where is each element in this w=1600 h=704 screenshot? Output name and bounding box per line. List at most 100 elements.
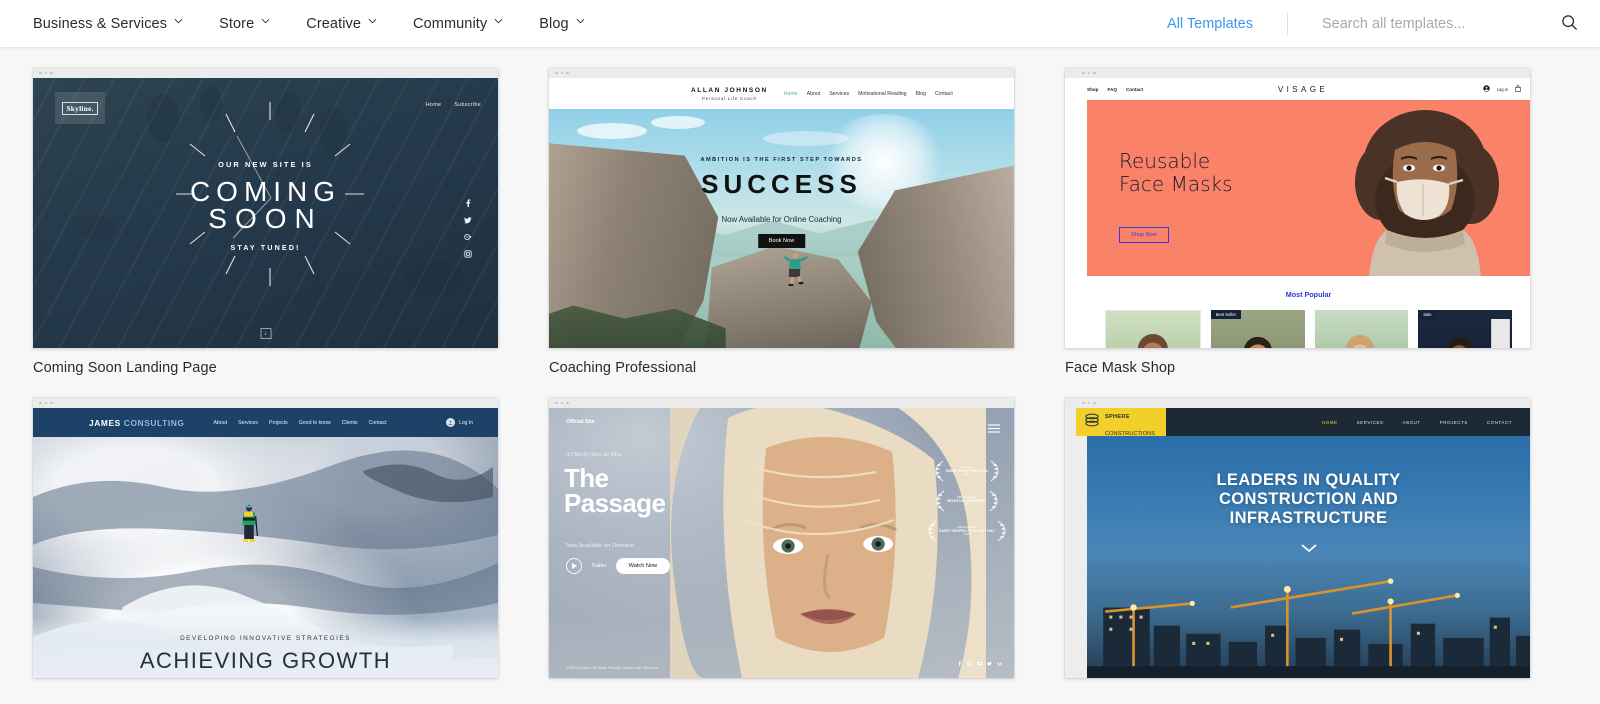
james-consulting-template: JAMES CONSULTING About Services Projects…	[33, 408, 498, 678]
browser-chrome	[549, 68, 1014, 78]
twitter-icon	[987, 653, 992, 671]
laurel-right-icon	[997, 520, 1006, 542]
template-card[interactable]: Official Site A Film by Alice de Silva T…	[549, 398, 1014, 690]
section-title: Most Popular	[1285, 290, 1332, 299]
cta-row: Trailer Watch Now	[566, 558, 671, 574]
brand-logo: JAMES CONSULTING	[89, 418, 185, 428]
template-nav-item: Home	[783, 90, 798, 97]
chevron-down-icon	[1300, 540, 1317, 558]
hero-title-line1: COMING	[189, 176, 342, 207]
template-nav-item: Services	[829, 90, 850, 97]
template-nav-item: Blog	[915, 90, 926, 97]
search-input[interactable]	[1322, 15, 1537, 32]
template-title[interactable]: Coming Soon Landing Page	[33, 360, 498, 376]
nav-item-store[interactable]: Store	[219, 16, 270, 32]
award-laurels: Best Film INDIE FILM FESTIVAL 2023 Offic…	[928, 460, 1006, 542]
window-dot-icon	[50, 71, 53, 75]
nav-item-blog[interactable]: Blog	[539, 15, 585, 32]
template-preview[interactable]: JAMES CONSULTING About Services Projects…	[33, 398, 498, 678]
chevron-down-icon	[494, 18, 503, 27]
preview-viewport: Official Site A Film by Alice de Silva T…	[549, 408, 1014, 678]
facebook-icon	[464, 194, 472, 207]
template-nav-item: Clients	[341, 419, 358, 426]
window-dot-icon	[39, 401, 42, 405]
city-skyline	[1087, 578, 1530, 678]
laurel-right-icon	[991, 460, 999, 482]
template-card[interactable]: ALLAN JOHNSON Personal Life Coach Home A…	[549, 68, 1014, 376]
template-nav-item: Good to know	[298, 419, 331, 426]
laurel-left-icon	[928, 520, 937, 542]
primary-nav-links: Business & Services Store Creative Commu…	[0, 16, 585, 32]
template-card[interactable]: Skyline. Home Subscribe OUR NEW SITE IS …	[33, 68, 498, 376]
film-title-line2: Passage	[564, 488, 666, 518]
chevron-down-icon	[261, 18, 270, 27]
award-year: 2023	[964, 503, 970, 506]
window-dot-icon	[1093, 71, 1096, 75]
window-dot-icon	[44, 71, 48, 75]
window-dot-icon	[1087, 401, 1091, 405]
award-laurel: Official Selection BOSTON CINEFEST 2023	[936, 490, 997, 512]
hero-title: SUCCESS	[701, 168, 862, 199]
search-button[interactable]	[1561, 14, 1578, 34]
hero-subtitle: Now Available for Online Coaching	[721, 215, 842, 225]
template-nav-bar: SPHERE CONSTRUCTIONS HOME SERVICES ABOUT…	[1076, 408, 1530, 437]
visage-logo: VISAGE	[1277, 84, 1329, 94]
browser-chrome	[1065, 398, 1530, 408]
template-title[interactable]: Coaching Professional	[549, 360, 1014, 376]
laurel-left-icon	[935, 460, 943, 482]
window-dot-icon	[1093, 401, 1096, 405]
template-card[interactable]: JAMES CONSULTING About Services Projects…	[33, 398, 498, 690]
award-year: 2023	[964, 533, 970, 536]
template-preview[interactable]: Shop FAQ Contact VISAGE Log in Reusable …	[1065, 68, 1530, 348]
award-text: Official Selection BOSTON CINEFEST 2023	[947, 496, 986, 506]
the-passage-template: Official Site A Film by Alice de Silva T…	[549, 408, 1014, 678]
template-preview[interactable]: Skyline. Home Subscribe OUR NEW SITE IS …	[33, 68, 498, 348]
hero-title-line1: LEADERS IN QUALITY	[1216, 471, 1401, 489]
window-dot-icon	[44, 401, 48, 405]
nav-label: Store	[219, 15, 255, 32]
template-preview[interactable]: Official Site A Film by Alice de Silva T…	[549, 398, 1014, 678]
template-nav-item: HOME	[1322, 419, 1338, 425]
preview-viewport: ALLAN JOHNSON Personal Life Coach Home A…	[549, 78, 1014, 348]
nav-item-creative[interactable]: Creative	[306, 16, 377, 32]
visage-template: Shop FAQ Contact VISAGE Log in Reusable …	[1065, 78, 1530, 348]
template-nav-item: Subscribe	[454, 102, 481, 108]
browser-chrome	[549, 398, 1014, 408]
search-area	[1288, 14, 1578, 34]
template-nav: Home About Services Motivational Reading…	[784, 91, 953, 97]
model-photo	[1355, 110, 1500, 276]
template-preview[interactable]: SPHERE CONSTRUCTIONS HOME SERVICES ABOUT…	[1065, 398, 1530, 678]
window-dot-icon	[555, 71, 558, 75]
film-credit: A Film by Alice de Silva	[566, 452, 622, 458]
cloud-shape	[651, 116, 706, 130]
login-control: Log In	[446, 418, 473, 427]
template-card[interactable]: SPHERE CONSTRUCTIONS HOME SERVICES ABOUT…	[1065, 398, 1530, 690]
award-year: 2023	[964, 473, 970, 476]
product-photo	[1345, 334, 1374, 348]
logo-text: Skyline.	[62, 101, 98, 115]
hero-banner: Reusable Face Masks Shop Now	[1087, 100, 1530, 276]
youtube-icon	[977, 653, 982, 671]
template-title[interactable]: Face Mask Shop	[1065, 360, 1530, 376]
nav-item-business-services[interactable]: Business & Services	[33, 16, 183, 32]
nav-label: Creative	[306, 15, 362, 32]
hero-kicker: AMBITION IS THE FIRST STEP TOWARDS	[700, 156, 863, 163]
nav-item-community[interactable]: Community	[413, 16, 503, 32]
instagram-icon	[464, 245, 472, 258]
nav-label: Blog	[539, 15, 569, 32]
template-nav-item: Home	[425, 102, 442, 108]
template-nav-item: Motivational Reading	[858, 90, 907, 97]
brand-logo: SPHERE CONSTRUCTIONS	[1076, 408, 1166, 437]
template-preview[interactable]: ALLAN JOHNSON Personal Life Coach Home A…	[549, 68, 1014, 348]
preview-viewport: JAMES CONSULTING About Services Projects…	[33, 408, 498, 678]
watch-now-button: Watch Now	[615, 558, 671, 574]
trailer-label: Trailer	[591, 563, 607, 569]
template-nav: About Services Projects Good to know Cli…	[214, 420, 387, 426]
template-nav-item: Contact	[368, 419, 387, 426]
hero-photo: LEADERS IN QUALITY CONSTRUCTION AND INFR…	[1087, 436, 1530, 678]
all-templates-link[interactable]: All Templates	[1167, 16, 1287, 32]
product-card: Best Seller	[1210, 310, 1305, 348]
template-card[interactable]: Shop FAQ Contact VISAGE Log in Reusable …	[1065, 68, 1530, 376]
social-icon-bar	[464, 194, 472, 258]
award-text: Best Film INDIE FILM FESTIVAL 2023	[946, 466, 989, 476]
